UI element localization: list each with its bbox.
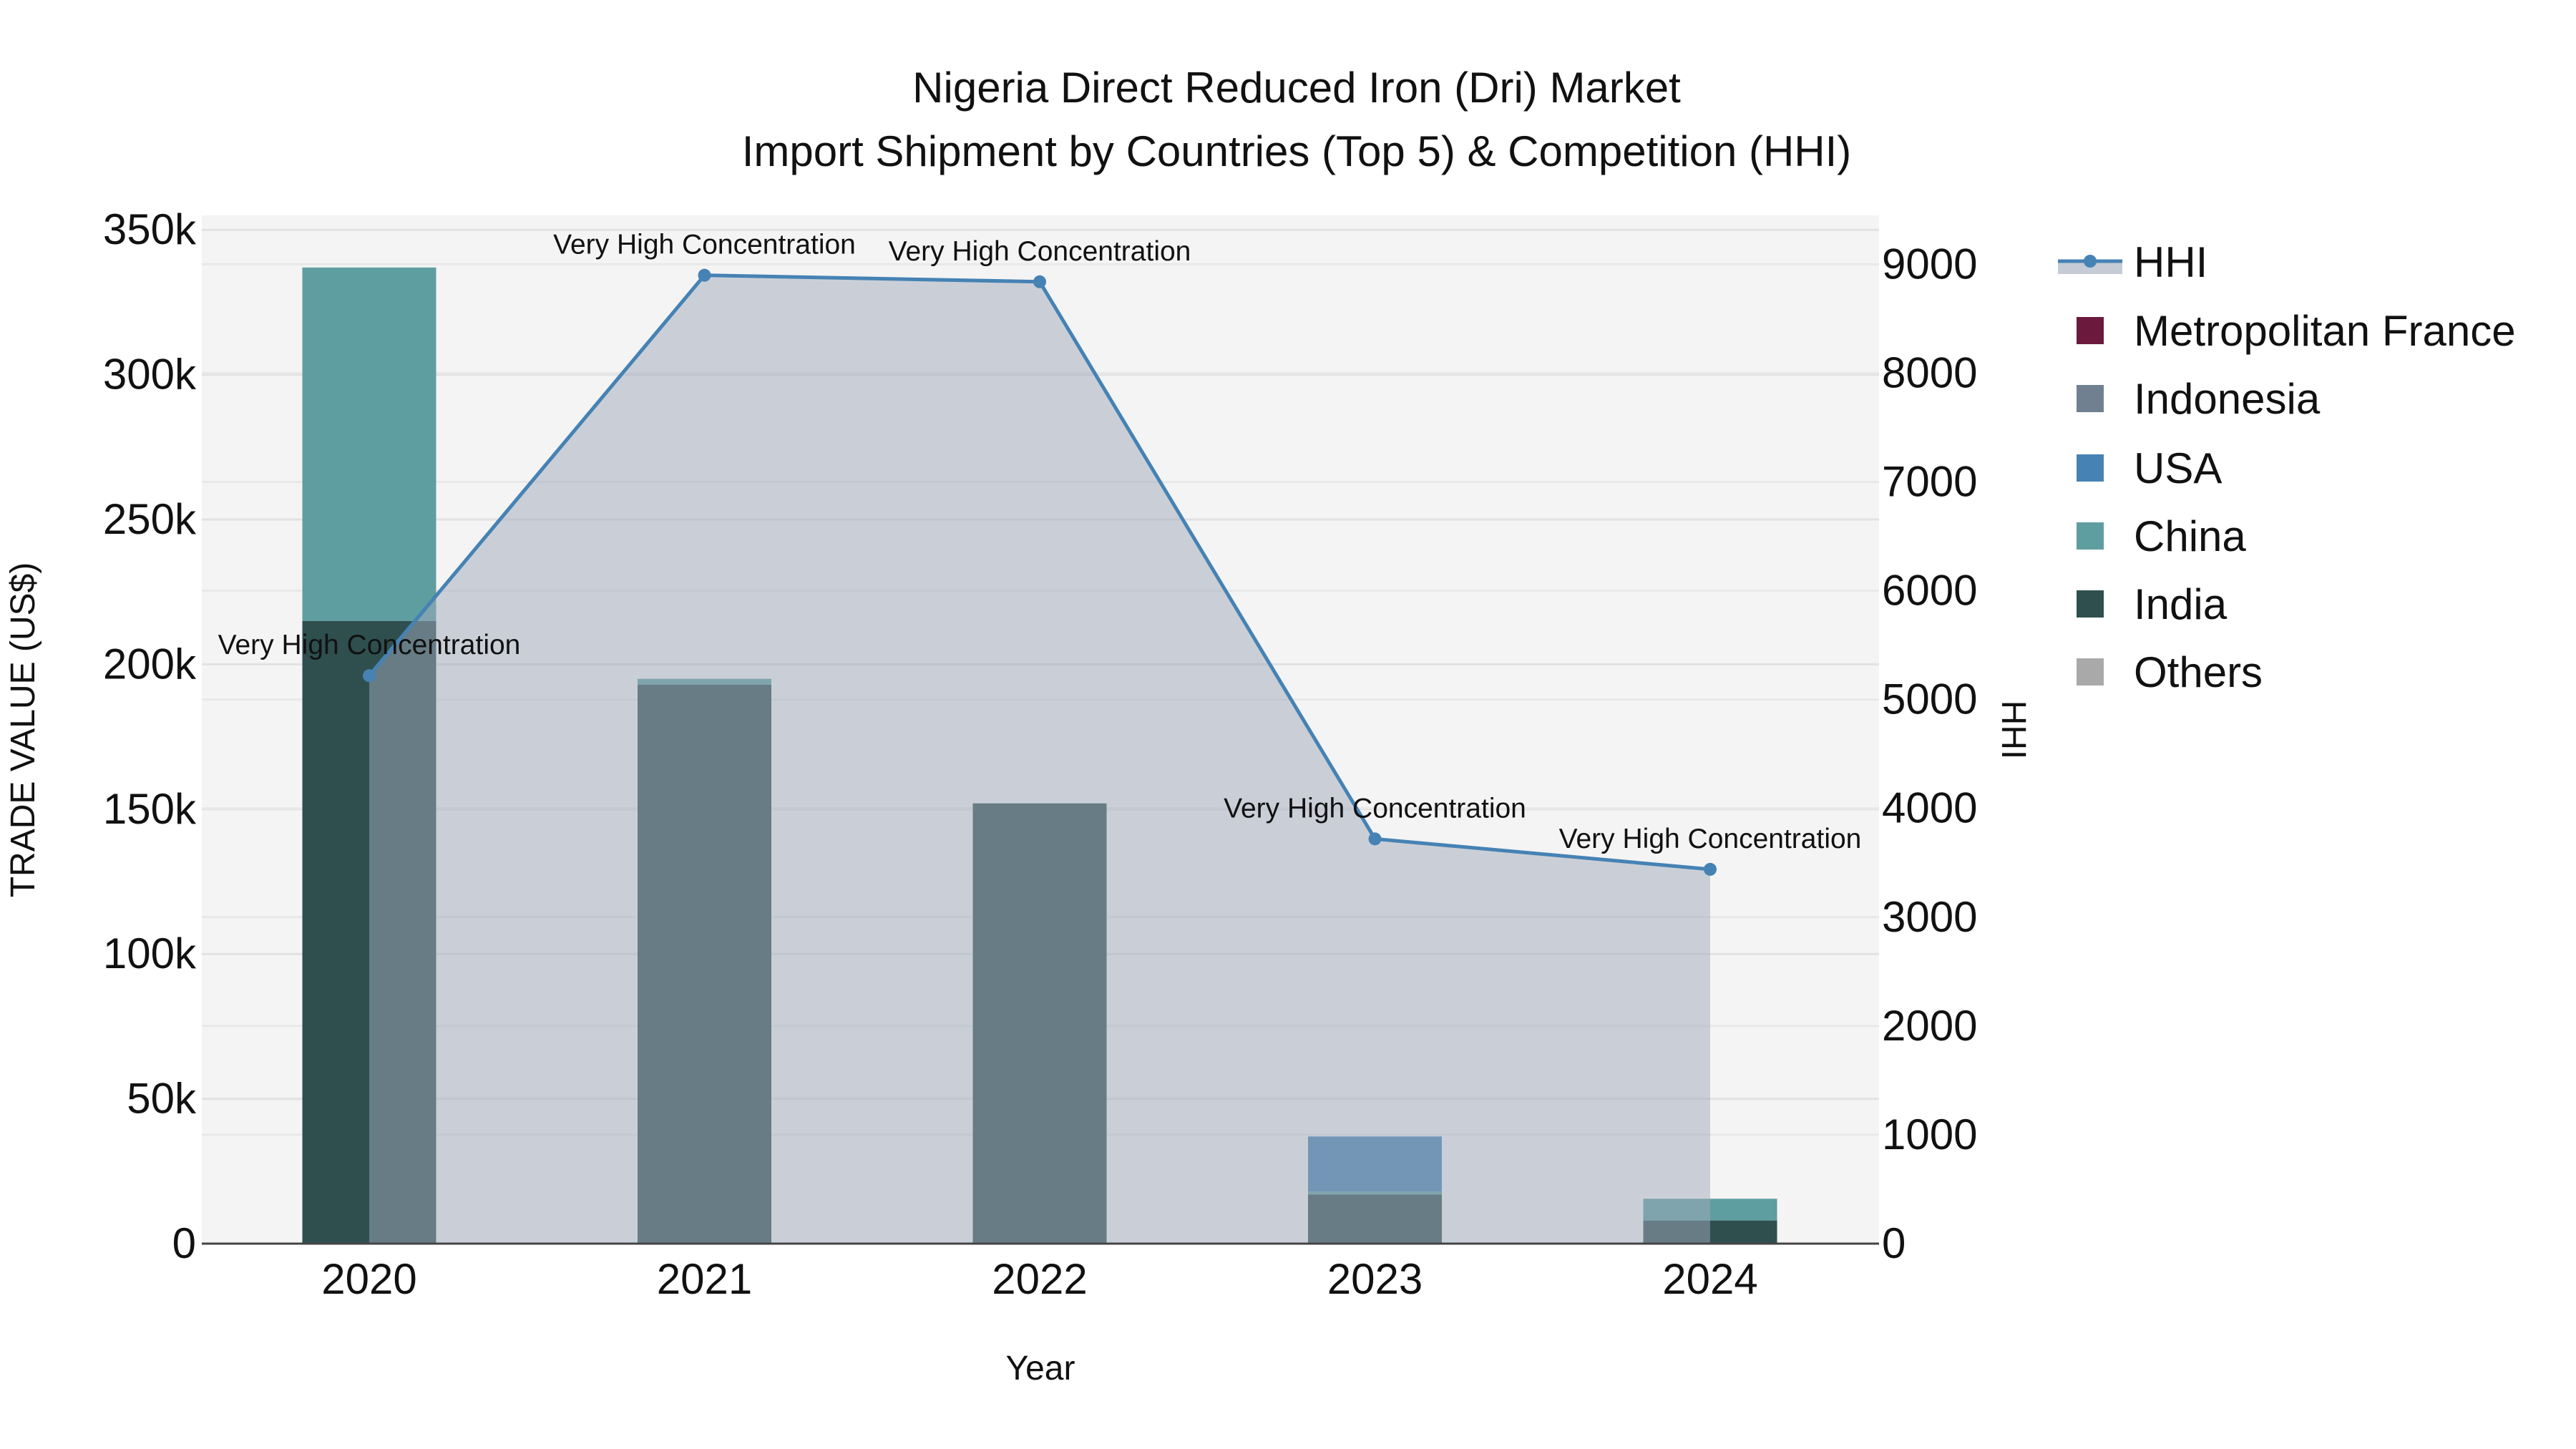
y2-tick-label: 8000: [1882, 348, 1977, 396]
chart-title-line2: Import Shipment by Countries (Top 5) & C…: [742, 127, 1852, 175]
legend-label: Others: [2134, 648, 2263, 696]
y2-tick-label: 7000: [1882, 458, 1977, 506]
x-tick-label: 2022: [992, 1255, 1087, 1303]
x-tick-label: 2020: [321, 1255, 416, 1303]
y2-tick-label: 6000: [1882, 567, 1977, 615]
hhi-point-2021[interactable]: [698, 268, 711, 282]
chart-title-line1: Nigeria Direct Reduced Iron (Dri) Market: [912, 64, 1681, 112]
y2-tick-label: 3000: [1882, 893, 1977, 941]
legend-item-usa[interactable]: USA: [2077, 444, 2222, 492]
y-tick-label: 0: [172, 1219, 196, 1267]
x-tick-label: 2021: [657, 1255, 752, 1303]
legend-label: HHI: [2134, 238, 2207, 286]
legend-label: Metropolitan France: [2134, 307, 2516, 355]
hhi-annotation: Very High Concentration: [1224, 793, 1526, 824]
x-tick-label: 2023: [1327, 1255, 1423, 1303]
chart: Very High Concentration Very High Concent…: [4, 64, 2516, 1387]
legend-swatch: [2077, 658, 2104, 686]
legend-label: India: [2134, 580, 2228, 628]
legend-label: USA: [2134, 444, 2222, 492]
hhi-annotation: Very High Concentration: [1559, 824, 1862, 854]
legend: HHI Metropolitan France Indonesia USA China I…: [2058, 238, 2516, 696]
bar-china-2020[interactable]: [302, 267, 436, 621]
hhi-annotation: Very High Concentration: [553, 230, 856, 260]
legend-item-metropolitan-france[interactable]: Metropolitan France: [2077, 307, 2516, 355]
y2-tick-label: 9000: [1882, 240, 1977, 288]
legend-item-india[interactable]: India: [2077, 580, 2228, 628]
x-axis-title: Year: [1006, 1350, 1075, 1387]
legend-label: Indonesia: [2134, 375, 2321, 423]
y-tick-label: 200k: [103, 640, 197, 688]
legend-item-others[interactable]: Others: [2077, 648, 2263, 696]
hhi-point-2020[interactable]: [363, 669, 376, 683]
legend-item-china[interactable]: China: [2077, 512, 2246, 560]
y-tick-label: 300k: [103, 351, 197, 399]
y2-tick-label: 4000: [1882, 784, 1977, 832]
hhi-point-2024[interactable]: [1704, 862, 1717, 876]
legend-swatch: [2077, 522, 2104, 550]
y-tick-label: 100k: [103, 930, 197, 977]
hhi-annotation: Very High Concentration: [889, 236, 1191, 267]
y2-tick-label: 0: [1882, 1219, 1906, 1267]
y-tick-label: 150k: [103, 785, 197, 833]
hhi-annotation: Very High Concentration: [218, 630, 521, 660]
y-tick-label: 50k: [127, 1075, 197, 1123]
legend-item-hhi[interactable]: HHI: [2058, 238, 2207, 286]
legend-swatch-marker: [2084, 255, 2097, 268]
y-axis-title: TRADE VALUE (US$): [4, 562, 42, 898]
y-tick-label: 250k: [103, 495, 197, 543]
legend-label: China: [2134, 512, 2246, 560]
hhi-point-2023[interactable]: [1368, 832, 1382, 846]
legend-swatch: [2077, 454, 2104, 482]
y2-tick-label: 2000: [1882, 1002, 1977, 1050]
y2-tick-label: 5000: [1882, 675, 1977, 723]
legend-swatch: [2077, 317, 2104, 344]
legend-swatch: [2077, 385, 2104, 412]
y2-axis-title: HHI: [1994, 701, 2032, 760]
x-tick-label: 2024: [1662, 1255, 1757, 1303]
hhi-point-2022[interactable]: [1033, 275, 1046, 288]
y2-tick-label: 1000: [1882, 1111, 1977, 1158]
legend-swatch: [2077, 590, 2104, 618]
legend-item-indonesia[interactable]: Indonesia: [2077, 375, 2321, 423]
y-tick-label: 350k: [103, 205, 197, 253]
